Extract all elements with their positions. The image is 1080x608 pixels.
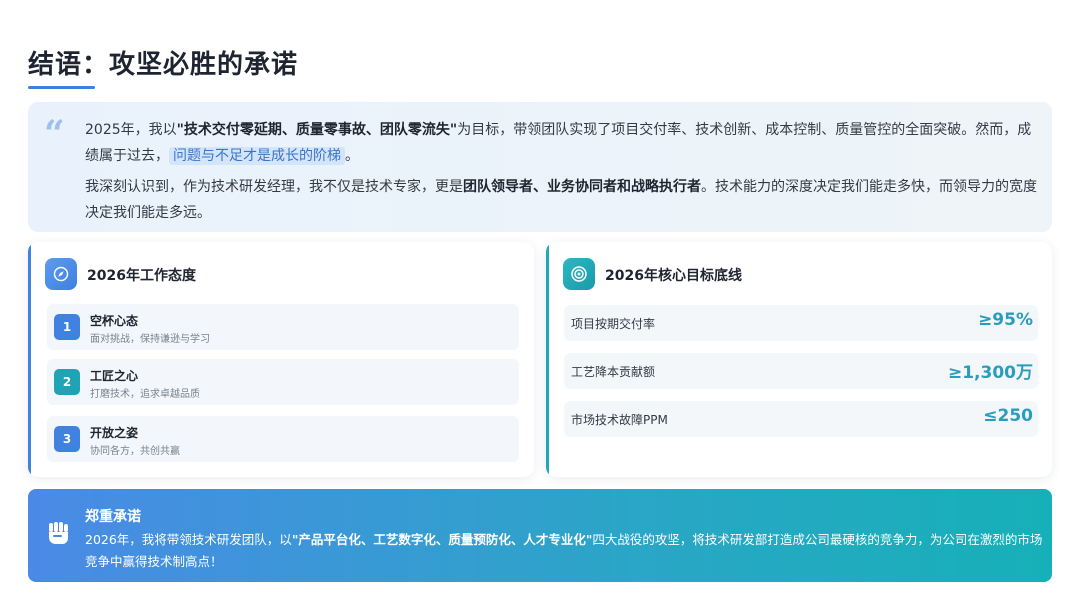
raised-fist-icon xyxy=(49,522,68,544)
quote-bold-text: 团队领导者、业务协同者和战略执行者 xyxy=(463,179,701,195)
quote-highlight: 问题与不足才是成长的阶梯 xyxy=(169,147,345,165)
attitude-item-name: 开放之姿 xyxy=(90,426,139,440)
item-number-badge: 1 xyxy=(54,314,80,340)
quote-bold-text: "技术交付零延期、质量零事故、团队零流失" xyxy=(176,122,458,138)
goals-card-title: 2026年核心目标底线 xyxy=(605,268,742,284)
page-title: 结语：攻坚必胜的承诺 xyxy=(28,50,299,80)
commitment-banner: 郑重承诺 2026年，我将带领技术研发团队，以"产品平台化、工艺数字化、质量预防… xyxy=(28,489,1052,582)
attitude-item-desc: 打磨技术，追求卓越品质 xyxy=(90,389,200,400)
quote-text: 。 xyxy=(345,148,359,164)
commitment-bold-text: "产品平台化、工艺数字化、质量预防化、人才专业化" xyxy=(291,532,593,547)
card-accent-bar xyxy=(546,242,549,477)
goals-card: 2026年核心目标底线 项目按期交付率 ≥95% 工艺降本贡献额 ≥1,300万… xyxy=(546,242,1052,477)
quote-paragraph-2: 我深刻认识到，作为技术研发经理，我不仅是技术专家，更是团队领导者、业务协同者和战… xyxy=(85,174,1045,226)
quote-icon: “ xyxy=(44,113,65,155)
goal-label: 市场技术故障PPM xyxy=(571,413,668,427)
attitude-item-name: 空杯心态 xyxy=(90,314,139,328)
attitude-item-name: 工匠之心 xyxy=(90,369,139,383)
card-accent-bar xyxy=(28,242,31,477)
target-icon xyxy=(563,258,595,290)
goal-row: 项目按期交付率 ≥95% xyxy=(564,305,1038,341)
goal-label: 工艺降本贡献额 xyxy=(571,365,656,379)
commitment-title: 郑重承诺 xyxy=(85,509,141,525)
commitment-text: 2026年，我将带领技术研发团队，以"产品平台化、工艺数字化、质量预防化、人才专… xyxy=(85,529,1047,573)
attitude-item: 2 工匠之心 打磨技术，追求卓越品质 xyxy=(47,359,519,405)
goal-value: ≥1,300万 xyxy=(947,363,1033,383)
goal-value: ≤250 xyxy=(983,406,1033,426)
attitude-item-desc: 面对挑战，保持谦逊与学习 xyxy=(90,334,210,345)
quote-paragraph-1: 2025年，我以"技术交付零延期、质量零事故、团队零流失"为目标，带领团队实现了… xyxy=(85,117,1045,169)
attitude-item-desc: 协同各方，共创共赢 xyxy=(90,446,180,457)
attitude-card: 2026年工作态度 1 空杯心态 面对挑战，保持谦逊与学习 2 工匠之心 打磨技… xyxy=(28,242,534,477)
attitude-item: 3 开放之姿 协同各方，共创共赢 xyxy=(47,416,519,462)
goal-label: 项目按期交付率 xyxy=(571,317,656,331)
quote-text: 2025年，我以 xyxy=(85,122,177,138)
item-number-badge: 3 xyxy=(54,426,80,452)
goal-value: ≥95% xyxy=(978,310,1033,330)
attitude-item: 1 空杯心态 面对挑战，保持谦逊与学习 xyxy=(47,304,519,350)
goal-row: 工艺降本贡献额 ≥1,300万 xyxy=(564,353,1038,389)
quote-text: 我深刻认识到，作为技术研发经理，我不仅是技术专家，更是 xyxy=(85,179,463,195)
goal-row: 市场技术故障PPM ≤250 xyxy=(564,401,1038,437)
commitment-text-part: 2026年，我将带领技术研发团队，以 xyxy=(85,532,292,547)
compass-icon xyxy=(45,258,77,290)
attitude-card-title: 2026年工作态度 xyxy=(87,268,196,284)
item-number-badge: 2 xyxy=(54,369,80,395)
title-underline xyxy=(28,86,95,89)
